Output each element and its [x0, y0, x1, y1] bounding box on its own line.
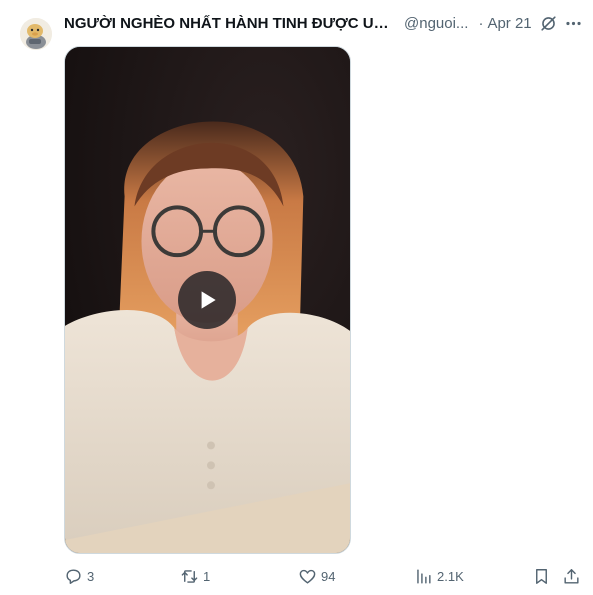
- analytics-icon: [417, 568, 431, 584]
- avatar[interactable]: [20, 18, 52, 50]
- share-icon: [564, 568, 579, 584]
- views-button[interactable]: 2.1K: [414, 564, 464, 588]
- reply-icon: [66, 568, 81, 584]
- reply-count: 3: [87, 568, 95, 584]
- repost-button[interactable]: 1: [180, 564, 210, 588]
- action-bar: 3 1 94 2.1K: [64, 564, 584, 588]
- reply-button[interactable]: 3: [64, 564, 94, 588]
- avatar-image: [20, 18, 52, 50]
- post-time[interactable]: Apr 21: [487, 15, 531, 32]
- post-header: NGƯỜI NGHÈO NHẤT HÀNH TINH ĐƯỢC UN... @n…: [64, 12, 584, 34]
- more-icon[interactable]: [562, 12, 584, 34]
- grok-icon[interactable]: [538, 12, 558, 34]
- bookmark-button[interactable]: [532, 564, 551, 588]
- user-handle[interactable]: @nguoi...: [404, 15, 468, 32]
- like-count: 94: [321, 568, 336, 584]
- like-button[interactable]: 94: [298, 564, 335, 588]
- separator-dot: ·: [478, 14, 484, 32]
- play-button[interactable]: [178, 271, 236, 329]
- repost-count: 1: [203, 568, 211, 584]
- video-thumbnail[interactable]: [64, 46, 351, 554]
- repost-icon: [181, 569, 198, 583]
- view-count: 2.1K: [437, 568, 464, 584]
- display-name[interactable]: NGƯỜI NGHÈO NHẤT HÀNH TINH ĐƯỢC UN...: [64, 15, 394, 32]
- share-button[interactable]: [562, 564, 581, 588]
- bookmark-icon: [536, 568, 547, 584]
- play-icon: [201, 291, 216, 309]
- heart-icon: [299, 569, 316, 584]
